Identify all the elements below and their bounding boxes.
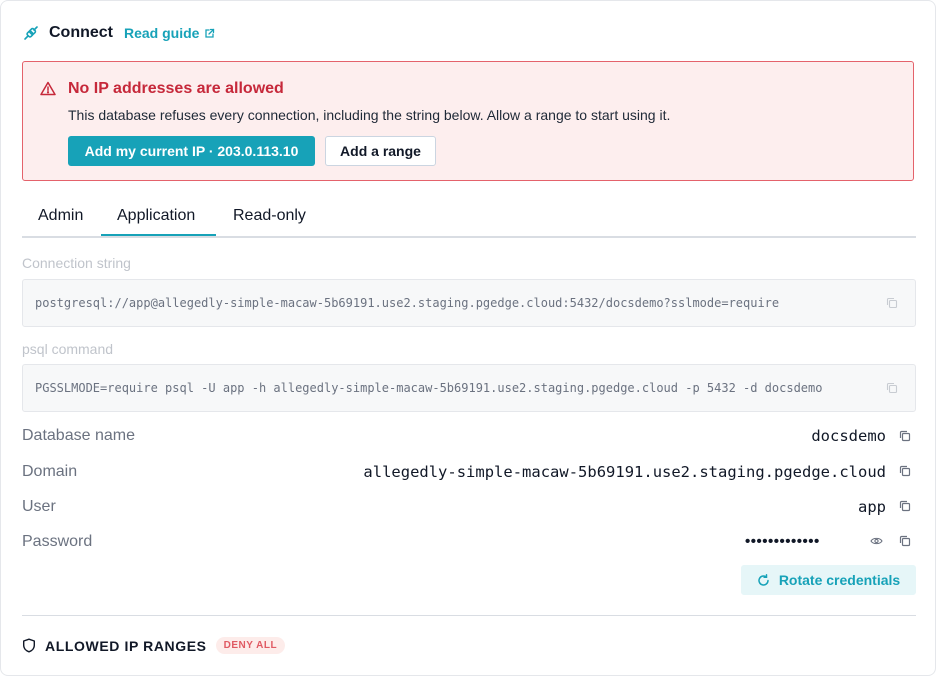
- role-tabs: Admin Application Read-only: [22, 199, 916, 238]
- copy-icon[interactable]: [899, 465, 911, 477]
- page-title: Connect: [49, 24, 113, 41]
- copy-icon[interactable]: [886, 297, 898, 309]
- connection-string-value[interactable]: postgresql://app@allegedly-simple-macaw-…: [35, 296, 779, 310]
- deny-all-badge: DENY ALL: [215, 637, 286, 654]
- tab-application[interactable]: Application: [117, 207, 195, 225]
- add-range-button[interactable]: Add a range: [325, 136, 436, 166]
- allowed-ranges-title: ALLOWED IP RANGES: [45, 637, 207, 654]
- add-current-ip-button[interactable]: Add my current IP · 203.0.113.10: [68, 136, 315, 166]
- database-name-value: docsdemo: [811, 427, 886, 445]
- copy-icon[interactable]: [899, 430, 911, 442]
- external-link-icon: [199, 28, 215, 39]
- domain-label: Domain: [22, 463, 78, 480]
- section-divider: [22, 615, 916, 616]
- rotate-credentials-button[interactable]: Rotate credentials: [741, 565, 916, 595]
- rotate-credentials-label: Rotate credentials: [778, 572, 901, 588]
- refresh-icon: [757, 573, 779, 587]
- active-tab-indicator: [101, 234, 216, 236]
- alert-message: This database refuses every connection, …: [68, 107, 671, 123]
- no-ip-alert: No IP addresses are allowed This databas…: [22, 61, 914, 181]
- psql-command-box: PGSSLMODE=require psql -U app -h alleged…: [22, 364, 916, 412]
- alert-title: No IP addresses are allowed: [68, 80, 284, 97]
- copy-icon[interactable]: [899, 535, 911, 547]
- read-guide-link[interactable]: Read guide: [124, 25, 215, 41]
- user-value: app: [858, 498, 886, 516]
- shield-icon: [22, 638, 36, 653]
- psql-command-label: psql command: [22, 341, 114, 357]
- allowed-ranges-header: ALLOWED IP RANGES DENY ALL: [22, 637, 286, 654]
- connect-panel: Connect Read guide No IP addresses are a…: [0, 0, 936, 676]
- plug-icon: [22, 24, 40, 42]
- panel-header: Connect Read guide: [22, 23, 215, 43]
- password-value: •••••••••••••: [745, 533, 820, 550]
- copy-icon[interactable]: [886, 382, 898, 394]
- connection-string-box: postgresql://app@allegedly-simple-macaw-…: [22, 279, 916, 327]
- psql-command-value[interactable]: PGSSLMODE=require psql -U app -h alleged…: [35, 381, 822, 395]
- connection-string-label: Connection string: [22, 255, 131, 271]
- read-guide-label: Read guide: [124, 25, 200, 41]
- user-label: User: [22, 498, 56, 515]
- tab-read-only[interactable]: Read-only: [233, 207, 306, 225]
- copy-icon[interactable]: [899, 500, 911, 512]
- warning-icon: [40, 81, 56, 96]
- tab-admin[interactable]: Admin: [38, 207, 83, 225]
- eye-icon[interactable]: [870, 536, 883, 546]
- database-name-label: Database name: [22, 427, 135, 444]
- password-label: Password: [22, 533, 93, 550]
- domain-value: allegedly-simple-macaw-5b69191.use2.stag…: [363, 463, 886, 481]
